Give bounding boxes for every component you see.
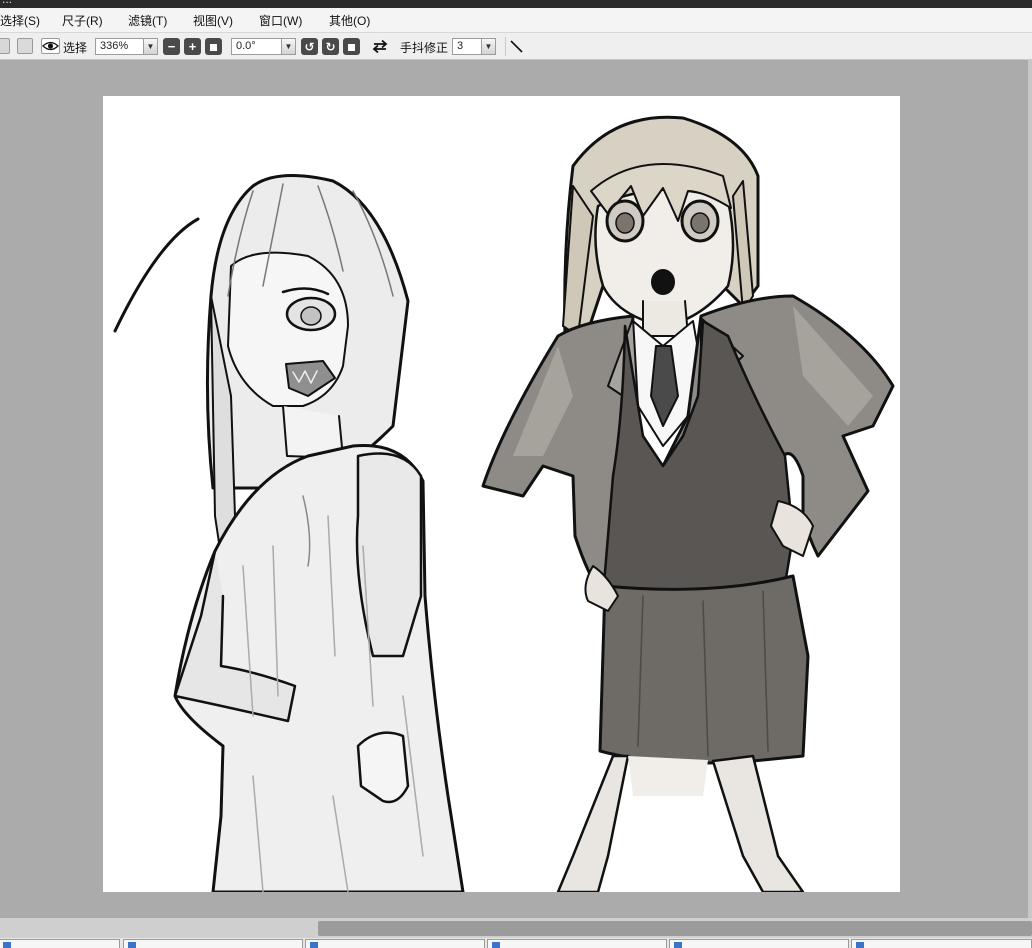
rotate-right-icon: ↻ bbox=[325, 40, 336, 54]
visibility-toggle-button[interactable] bbox=[41, 38, 60, 54]
tool-button-clipped[interactable] bbox=[0, 38, 10, 54]
menu-filter[interactable]: 滤镜(T) bbox=[128, 12, 167, 29]
rotate-left-button[interactable]: ↺ bbox=[301, 38, 318, 55]
chevron-down-icon: ▼ bbox=[484, 42, 493, 51]
chevron-down-icon: ▼ bbox=[146, 42, 155, 51]
rotate-left-icon: ↺ bbox=[304, 40, 315, 54]
document-tab[interactable] bbox=[0, 939, 120, 948]
square-icon bbox=[348, 44, 355, 51]
tool-button-disabled[interactable] bbox=[17, 38, 33, 54]
selection-label: 选择 bbox=[63, 41, 88, 55]
document-tab[interactable] bbox=[123, 939, 303, 948]
horizontal-scrollbar-thumb[interactable] bbox=[318, 921, 1032, 936]
menu-window[interactable]: 窗口(W) bbox=[259, 12, 302, 29]
menu-bar: 选择(S) 尺子(R) 滤镜(T) 视图(V) 窗口(W) 其他(O) bbox=[0, 8, 1032, 33]
plus-icon: + bbox=[188, 39, 197, 54]
vertical-scrollbar[interactable] bbox=[1028, 60, 1032, 918]
rotation-reset-button[interactable] bbox=[343, 38, 360, 55]
rotation-field[interactable]: 0.0° bbox=[231, 38, 285, 55]
file-icon bbox=[492, 942, 500, 948]
menu-ruler[interactable]: 尺子(R) bbox=[62, 12, 103, 29]
figure-right bbox=[481, 115, 895, 892]
square-icon bbox=[210, 44, 217, 51]
zoom-field[interactable]: 336% bbox=[95, 38, 145, 55]
menu-other[interactable]: 其他(O) bbox=[329, 12, 370, 29]
figure-left bbox=[113, 174, 465, 892]
flip-arrows-icon bbox=[372, 39, 388, 54]
file-icon bbox=[856, 942, 864, 948]
minus-icon: − bbox=[167, 39, 176, 54]
artwork bbox=[113, 115, 895, 892]
title-bar: ... bbox=[0, 0, 1032, 8]
menu-select[interactable]: 选择(S) bbox=[0, 12, 40, 29]
zoom-in-button[interactable]: + bbox=[184, 38, 201, 55]
stabilizer-dropdown-button[interactable]: ▼ bbox=[481, 38, 496, 55]
rotate-right-button[interactable]: ↻ bbox=[322, 38, 339, 55]
file-icon bbox=[128, 942, 136, 948]
zoom-reset-button[interactable] bbox=[205, 38, 222, 55]
drawing-canvas[interactable] bbox=[103, 96, 900, 892]
document-tab[interactable] bbox=[487, 939, 667, 948]
chevron-down-icon: ▼ bbox=[284, 42, 293, 51]
eye-icon bbox=[42, 41, 59, 51]
menu-view[interactable]: 视图(V) bbox=[193, 12, 233, 29]
document-tab[interactable] bbox=[851, 939, 1032, 948]
file-icon bbox=[310, 942, 318, 948]
file-icon bbox=[3, 942, 11, 948]
zoom-out-button[interactable]: − bbox=[163, 38, 180, 55]
stabilizer-label: 手抖修正 bbox=[400, 41, 449, 55]
toolbar: 选择 336% ▼ − + 0.0° ▼ ↺ ↻ 手抖修正 3 ▼ bbox=[0, 33, 1032, 60]
line-tool-button[interactable] bbox=[505, 37, 525, 56]
flip-horizontal-button[interactable] bbox=[371, 38, 389, 55]
window-title: ... bbox=[2, 0, 12, 6]
file-icon bbox=[674, 942, 682, 948]
line-icon bbox=[510, 40, 523, 53]
zoom-dropdown-button[interactable]: ▼ bbox=[143, 38, 158, 55]
rotation-dropdown-button[interactable]: ▼ bbox=[281, 38, 296, 55]
document-tab[interactable] bbox=[669, 939, 849, 948]
document-tab[interactable] bbox=[305, 939, 485, 948]
